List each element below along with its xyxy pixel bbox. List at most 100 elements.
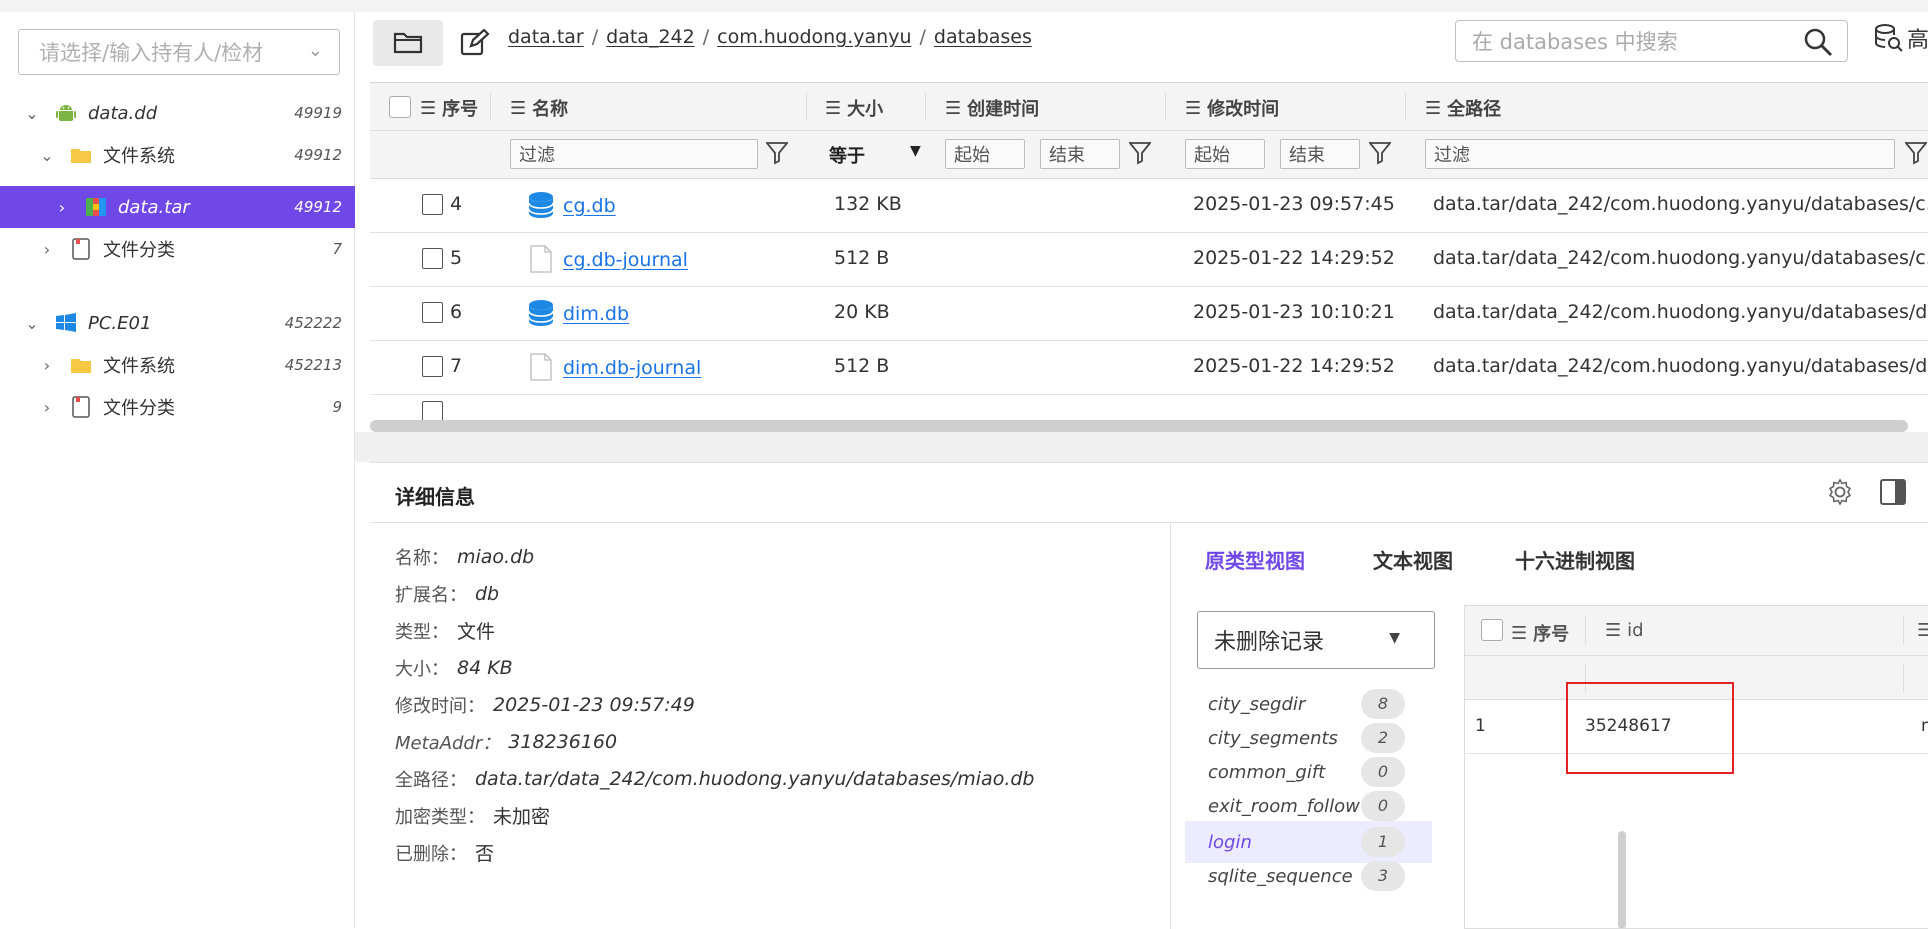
edit-icon[interactable] [460, 28, 490, 61]
property-value: 318236160 [508, 730, 618, 753]
panel-divider[interactable] [355, 432, 1928, 462]
db-table-item[interactable]: sqlite_sequence 3 [1185, 855, 1432, 897]
breadcrumb-separator: / [702, 26, 710, 48]
details-divider[interactable] [1170, 523, 1171, 929]
chevron-right-icon[interactable]: › [37, 356, 57, 375]
column-header-num[interactable]: ☰ 序号 [420, 95, 478, 121]
column-header-created[interactable]: ☰ 创建时间 [945, 95, 1039, 121]
breadcrumb-item[interactable]: data.tar [508, 26, 584, 48]
filter-icon[interactable] [1129, 141, 1151, 165]
filter-icon[interactable] [1905, 141, 1927, 165]
chevron-right-icon[interactable]: › [37, 398, 57, 417]
select-all-checkbox[interactable] [389, 96, 411, 118]
file-name-link[interactable]: cg.db-journal [563, 249, 688, 271]
column-header-path[interactable]: ☰ 全路径 [1425, 95, 1501, 121]
highlight-box [1566, 682, 1734, 774]
caret-down-icon[interactable]: ▼ [910, 143, 921, 159]
breadcrumb-item[interactable]: com.huodong.yanyu [717, 26, 911, 48]
chevron-down-icon[interactable]: ⌄ [37, 146, 57, 165]
folder-icon [71, 359, 91, 373]
table-row[interactable]: 5 cg.db-journal 512 B 2025-01-22 14:29:5… [370, 233, 1928, 287]
folder-icon [71, 149, 91, 163]
file-name-link[interactable]: dim.db [563, 303, 629, 325]
file-path: data.tar/data_242/com.huodong.yanyu/data… [1433, 355, 1928, 377]
selector-placeholder: 请选择/输入持有人/检材 [39, 41, 264, 65]
row-checkbox[interactable] [422, 194, 443, 215]
folder-view-button[interactable] [373, 20, 443, 66]
db-table-name: city_segments [1208, 727, 1338, 749]
tree-item-data-dd[interactable]: ⌄ data.dd 49919 [0, 92, 355, 134]
gear-icon[interactable] [1825, 477, 1855, 507]
tree-item-pc-e01[interactable]: ⌄ PC.E01 452222 [0, 302, 355, 344]
filter-icon[interactable] [1369, 141, 1391, 165]
row-checkbox[interactable] [422, 302, 443, 323]
tab-hex-view[interactable]: 十六进制视图 [1515, 545, 1635, 574]
owner-selector[interactable]: 请选择/输入持有人/检材 ⌄ [18, 29, 340, 75]
tab-native-view[interactable]: 原类型视图 [1205, 545, 1305, 574]
size-operator-select[interactable]: 等于 [829, 142, 865, 168]
property-row: 加密类型： 未加密 [395, 797, 1034, 834]
details-title: 详细信息 [395, 485, 475, 509]
chevron-right-icon[interactable]: › [52, 198, 72, 217]
property-value: 2025-01-23 09:57:49 [493, 693, 695, 716]
database-icon [528, 192, 554, 218]
column-header-num[interactable]: ☰ 序号 [1511, 620, 1569, 646]
chevron-down-icon[interactable]: ⌄ [22, 104, 42, 123]
created-start-input[interactable]: 起始 [945, 139, 1025, 169]
table-row[interactable]: 4 cg.db 132 KB 2025-01-23 09:57:45 data.… [370, 179, 1928, 233]
row-checkbox[interactable] [422, 401, 443, 422]
column-divider[interactable] [925, 93, 926, 121]
select-all-checkbox[interactable] [1481, 619, 1503, 641]
tree-item-filesystem[interactable]: › 文件系统 452213 [0, 344, 355, 386]
search-input[interactable]: 在 databases 中搜索 [1455, 20, 1848, 62]
table-row[interactable]: 6 dim.db 20 KB 2025-01-23 10:10:21 data.… [370, 287, 1928, 341]
table-row[interactable]: 7 dim.db-journal 512 B 2025-01-22 14:29:… [370, 341, 1928, 395]
column-header-id[interactable]: ☰ id [1605, 620, 1644, 641]
property-key: 名称： [395, 547, 449, 569]
property-row: 全路径： data.tar/data_242/com.huodong.yanyu/… [395, 760, 1034, 797]
panel-toggle-icon[interactable] [1878, 477, 1908, 507]
tree-item-data-tar[interactable]: › data.tar 49912 [0, 186, 355, 228]
filter-icon[interactable] [766, 141, 788, 165]
column-divider[interactable] [490, 93, 491, 121]
horizontal-scrollbar[interactable] [370, 420, 1908, 432]
row-checkbox[interactable] [422, 356, 443, 377]
tree-item-filesystem[interactable]: ⌄ 文件系统 49912 [0, 134, 355, 176]
modified-end-input[interactable]: 结束 [1280, 139, 1360, 169]
filter-row: 过滤 等于 ▼ 起始 结束 起始 结束 过滤 [370, 131, 1928, 179]
row-checkbox[interactable] [422, 248, 443, 269]
modified-start-input[interactable]: 起始 [1185, 139, 1265, 169]
tree-item-count: 49919 [294, 104, 342, 122]
column-divider[interactable] [1405, 93, 1406, 121]
tree-item-file-category[interactable]: › 文件分类 7 [0, 228, 355, 270]
column-header-modified[interactable]: ☰ 修改时间 [1185, 95, 1279, 121]
chevron-down-icon[interactable]: ⌄ [22, 314, 42, 333]
db-table-count: 1 [1361, 827, 1405, 857]
record-filter-select[interactable]: 未删除记录 ▼ [1197, 611, 1435, 669]
db-table-count: 8 [1361, 689, 1405, 719]
column-divider[interactable] [1903, 616, 1904, 644]
android-icon [56, 105, 76, 121]
property-key: 全路径： [395, 769, 467, 791]
list-icon: ☰ [945, 97, 962, 119]
breadcrumb-item[interactable]: data_242 [606, 26, 695, 48]
property-key: 已删除： [395, 843, 467, 865]
property-list: 名称： miao.db 扩展名： db 类型： 文件 大小： 84 KB 修改时间： 20… [395, 538, 1034, 871]
column-divider[interactable] [806, 93, 807, 121]
breadcrumb-item[interactable]: databases [934, 26, 1032, 48]
db-table-name: login [1208, 831, 1252, 853]
created-end-input[interactable]: 结束 [1040, 139, 1120, 169]
column-divider[interactable] [1165, 93, 1166, 121]
name-filter-input[interactable]: 过滤 [510, 139, 758, 169]
tree-item-file-category[interactable]: › 文件分类 9 [0, 386, 355, 428]
column-header-name[interactable]: ☰ 名称 [510, 95, 568, 121]
search-icon[interactable] [1803, 27, 1833, 57]
advanced-search-button[interactable]: 高 [1873, 22, 1928, 54]
tab-text-view[interactable]: 文本视图 [1373, 545, 1453, 574]
file-name-link[interactable]: cg.db [563, 195, 616, 217]
chevron-right-icon[interactable]: › [37, 240, 57, 259]
column-header-size[interactable]: ☰ 大小 [825, 95, 883, 121]
file-name-link[interactable]: dim.db-journal [563, 357, 701, 379]
column-divider[interactable] [1585, 616, 1586, 644]
path-filter-input[interactable]: 过滤 [1425, 139, 1895, 169]
